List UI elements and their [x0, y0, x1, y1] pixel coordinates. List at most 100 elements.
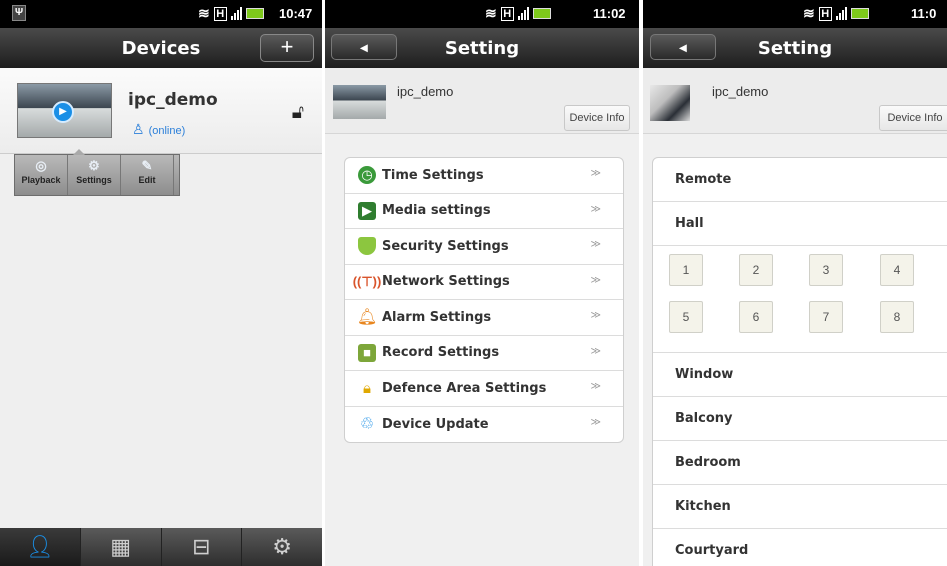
device-name: ipc_demo	[712, 84, 769, 99]
status-icons: ≋ H	[803, 5, 869, 22]
page-title: Setting	[757, 38, 833, 59]
playback-button[interactable]: ◎ Playback	[15, 155, 68, 195]
screenshot-stage: Ψ ≋ H 10:47 Devices + ▶ ipc_demo ♙ (onlin…	[0, 0, 947, 566]
bottom-nav: 👤︎ ▦ ⊟ ⚙	[0, 528, 322, 566]
settings-label: Settings	[76, 175, 112, 185]
zone-button-7[interactable]: 7	[809, 301, 843, 333]
device-list-item[interactable]: ▶ ipc_demo ♙ (online) 🔓︎	[0, 68, 322, 154]
settings-item-defence[interactable]: 🔒︎ Defence Area Settings ≫	[345, 371, 623, 407]
wifi-icon: ≋	[198, 5, 210, 21]
zone-button-1[interactable]: 1	[669, 254, 703, 286]
device-name: ipc_demo	[128, 90, 218, 110]
status-bar: ≋ H 11:0	[643, 0, 947, 28]
chevron-right-icon: ≫	[590, 310, 601, 321]
grid-icon: ▦	[110, 534, 132, 559]
zone-button-6[interactable]: 6	[739, 301, 773, 333]
zone-button-8[interactable]: 8	[880, 301, 914, 333]
settings-item-label: Record Settings	[382, 345, 500, 361]
zone-button-5[interactable]: 5	[669, 301, 703, 333]
gear-icon: ⚙	[272, 534, 292, 559]
settings-item-label: Device Update	[382, 416, 489, 432]
battery-icon	[245, 8, 264, 19]
zone-button-3[interactable]: 3	[809, 254, 843, 286]
chevron-right-icon: ≫	[590, 345, 601, 357]
network-type-icon: H	[818, 6, 832, 21]
room-item-window[interactable]: Window	[653, 353, 947, 397]
settings-item-media[interactable]: ▶ Media settings ≫	[345, 194, 623, 229]
battery-icon	[532, 8, 551, 19]
status-time: 11:02	[593, 6, 626, 21]
nav-settings-tab[interactable]: ⚙	[242, 528, 322, 566]
room-list: Remote Hall 1 2 3 4 5 6 7 8 Window Balco…	[652, 157, 947, 566]
settings-item-update[interactable]: ♲ Device Update ≫	[345, 407, 623, 443]
back-button[interactable]: ◂	[650, 34, 716, 60]
battery-icon	[850, 8, 869, 19]
chevron-right-icon: ≫	[590, 274, 601, 286]
bell-icon: 🔔︎	[356, 309, 378, 327]
signal-icon	[230, 7, 242, 20]
title-bar: ◂ Setting	[643, 28, 947, 68]
nav-toolbox-tab[interactable]: ⊟	[162, 528, 243, 566]
room-item-balcony[interactable]: Balcony	[653, 397, 947, 441]
setting-screen: ≋ H 11:02 ◂ Setting ipc_demo Device Info…	[325, 0, 639, 566]
status-time: 11:0	[911, 6, 937, 21]
signal-icon	[835, 7, 847, 20]
nav-grid-tab[interactable]: ▦	[81, 528, 162, 566]
settings-item-alarm[interactable]: 🔔︎ Alarm Settings ≫	[345, 300, 623, 336]
settings-icon: ⚙	[88, 158, 100, 173]
person-icon: 👤︎	[25, 534, 54, 559]
antenna-icon: ((⊤))	[352, 273, 382, 289]
settings-item-label: Time Settings	[382, 167, 484, 183]
edit-button[interactable]: ✎ Edit	[121, 155, 174, 195]
edit-icon: ✎	[141, 158, 153, 173]
zone-button-2[interactable]: 2	[739, 254, 773, 286]
device-thumbnail	[333, 85, 386, 119]
usb-icon: Ψ	[12, 5, 26, 21]
chevron-right-icon: ≫	[590, 168, 601, 179]
nav-devices-tab[interactable]: 👤︎	[0, 528, 81, 566]
zone-button-4[interactable]: 4	[880, 254, 914, 286]
device-header: ipc_demo Device Info	[643, 68, 947, 134]
settings-item-time[interactable]: ◷ Time Settings ≫	[345, 158, 623, 194]
status-time: 10:47	[279, 6, 313, 21]
update-icon: ♲	[359, 416, 375, 434]
media-icon: ▶	[358, 201, 376, 220]
room-item-hall[interactable]: Hall	[653, 202, 947, 246]
status-bar: ≋ H 11:02	[325, 0, 639, 28]
device-header: ipc_demo Device Info	[325, 68, 639, 134]
zone-number-grid: 1 2 3 4 5 6 7 8	[653, 246, 947, 353]
page-title: Setting	[444, 38, 520, 59]
device-thumbnail[interactable]: ▶	[17, 83, 112, 138]
back-arrow-icon: ◂	[360, 39, 368, 55]
settings-item-security[interactable]: Security Settings ≫	[345, 229, 623, 265]
settings-item-label: Defence Area Settings	[382, 380, 547, 396]
play-icon[interactable]: ▶	[52, 101, 74, 123]
settings-item-record[interactable]: ■ Record Settings ≫	[345, 336, 623, 371]
status-bar: Ψ ≋ H 10:47	[0, 0, 322, 28]
page-title: Devices	[121, 38, 201, 59]
back-arrow-icon: ◂	[679, 39, 687, 55]
unlock-icon[interactable]: 🔓︎	[292, 102, 304, 124]
room-item-courtyard[interactable]: Courtyard	[653, 529, 947, 566]
playback-icon: ◎	[35, 158, 47, 173]
room-item-remote[interactable]: Remote	[653, 158, 947, 202]
device-info-button[interactable]: Device Info	[879, 105, 947, 131]
chevron-right-icon: ≫	[590, 239, 601, 250]
add-device-button[interactable]: +	[260, 34, 314, 62]
device-thumbnail	[650, 85, 690, 121]
device-info-button[interactable]: Device Info	[564, 105, 630, 131]
status-icons: ≋ H	[198, 5, 264, 22]
device-status: ♙ (online)	[132, 121, 185, 138]
defence-area-screen: ≋ H 11:0 ◂ Setting ipc_demo Device Info …	[643, 0, 947, 566]
network-type-icon: H	[213, 6, 227, 21]
shield-icon	[358, 237, 376, 256]
network-type-icon: H	[500, 6, 514, 21]
settings-item-network[interactable]: ((⊤)) Network Settings ≫	[345, 265, 623, 300]
room-item-kitchen[interactable]: Kitchen	[653, 485, 947, 529]
clock-icon: ◷	[358, 166, 376, 185]
title-bar: ◂ Setting	[325, 28, 639, 68]
room-item-bedroom[interactable]: Bedroom	[653, 441, 947, 485]
settings-button[interactable]: ⚙ Settings	[68, 155, 121, 195]
back-button[interactable]: ◂	[331, 34, 397, 60]
title-bar: Devices +	[0, 28, 322, 68]
